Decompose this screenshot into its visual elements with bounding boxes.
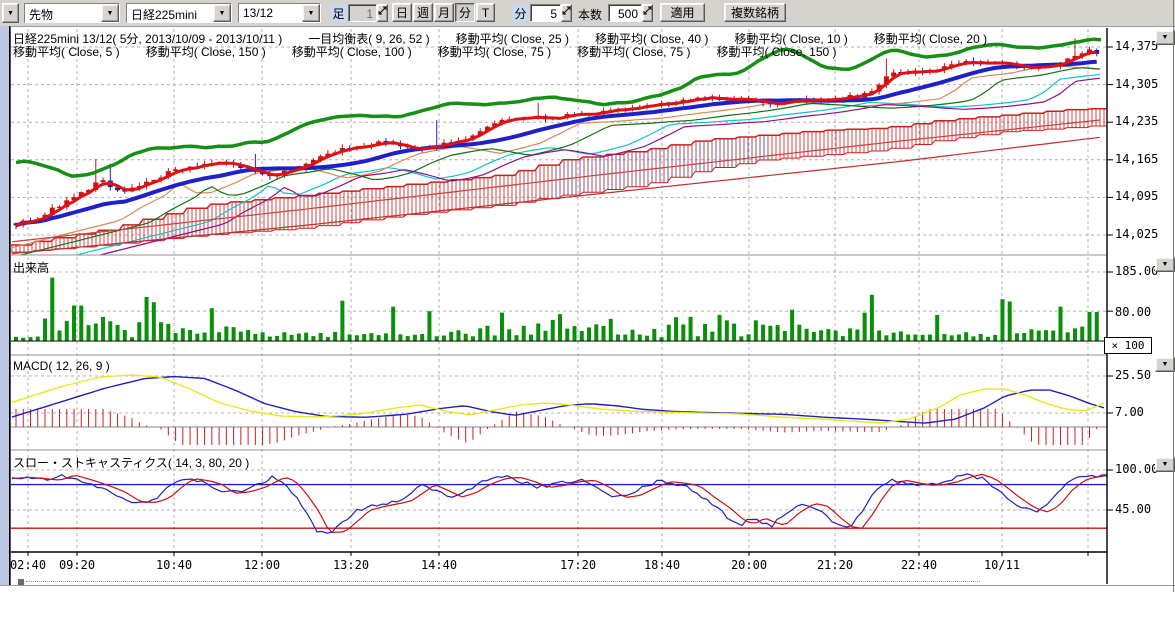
indicator-ma-150b: 移動平均( Close, 150 )	[716, 43, 836, 60]
apply-button[interactable]: 適用	[660, 3, 705, 22]
contract-value: 13/12	[239, 4, 302, 22]
price-tick-label: 14,305	[1115, 77, 1158, 91]
volume-tick-label: 80.00	[1115, 305, 1151, 319]
bars-label: 本数	[578, 6, 602, 23]
macd-pane-dropdown-button[interactable]: ▼	[1155, 357, 1175, 372]
chevron-down-icon: ▼	[1162, 461, 1169, 468]
time-tick-label: 12:00	[240, 558, 284, 572]
macd-tick-label: 7.00	[1115, 405, 1144, 419]
bars-value-field[interactable]: 500	[608, 4, 642, 22]
period-week-button[interactable]: 週	[413, 3, 433, 22]
chart-menu-dropdown-button[interactable]: ▼	[2, 3, 19, 23]
ashi-spinner[interactable]	[377, 4, 388, 22]
volume-tick-label: 185.00	[1115, 264, 1158, 278]
chart-canvas	[0, 0, 1175, 640]
time-tick-label: 10:40	[152, 558, 196, 572]
price-tick-label: 14,025	[1115, 227, 1158, 241]
chevron-down-icon: ▼	[1162, 261, 1169, 268]
volume-pane-dropdown-button[interactable]: ▼	[1155, 257, 1175, 272]
indicator-ma-150a: 移動平均( Close, 150 )	[146, 43, 266, 60]
time-tick-label: 14:40	[417, 558, 461, 572]
spin-diagonal-icon	[562, 5, 571, 16]
time-tick-label: 21:20	[813, 558, 857, 572]
symbol-combobox[interactable]: 日経225mini ▼	[126, 3, 232, 23]
time-tick-label: 18:40	[640, 558, 684, 572]
stoch-tick-label: 45.00	[1115, 502, 1151, 516]
indicator-header-row-2: 移動平均( Close, 5 ) 移動平均( Close, 150 ) 移動平均…	[13, 43, 837, 60]
chevron-down-icon: ▼	[1162, 34, 1169, 41]
volume-pane-label: 出来高	[13, 259, 49, 276]
period-day-button[interactable]: 日	[392, 3, 412, 22]
price-tick-label: 14,235	[1115, 114, 1158, 128]
category-value: 先物	[25, 4, 101, 22]
stoch-pane-label: スロー・ストキャスティクス( 14, 3, 80, 20 )	[13, 454, 249, 471]
indicator-ma-20: 移動平均( Close, 20 )	[874, 30, 987, 47]
chart-frame-bottom	[0, 585, 1175, 586]
ashi-label: 足	[330, 4, 347, 22]
period-month-button[interactable]: 月	[434, 3, 454, 22]
chevron-down-icon[interactable]: ▼	[101, 4, 119, 22]
time-tick-label: 13:20	[329, 558, 373, 572]
toolbar: ▼ 先物 ▼ 日経225mini ▼ 13/12 ▼ 足 1 日 週 月 分 T…	[0, 0, 1175, 27]
indicator-ma-5: 移動平均( Close, 5 )	[13, 43, 120, 60]
indicator-ma-75a: 移動平均( Close, 75 )	[438, 43, 551, 60]
chevron-down-icon[interactable]: ▼	[213, 4, 231, 22]
macd-tick-label: 25.50	[1115, 368, 1151, 382]
ashi-value-field[interactable]: 1	[348, 4, 377, 22]
spin-diagonal-icon	[643, 5, 652, 16]
price-pane-dropdown-button[interactable]: ▼	[1155, 30, 1175, 45]
spin-diagonal-icon	[378, 5, 387, 16]
period-minute-button[interactable]: 分	[455, 3, 475, 22]
contract-combobox[interactable]: 13/12 ▼	[238, 3, 321, 23]
price-tick-label: 14,095	[1115, 189, 1158, 203]
category-combobox[interactable]: 先物 ▼	[24, 3, 120, 23]
price-tick-label: 14,165	[1115, 152, 1158, 166]
chevron-down-icon[interactable]: ▼	[302, 4, 320, 22]
stoch-tick-label: 100.00	[1115, 462, 1158, 476]
left-splitter[interactable]	[0, 26, 10, 586]
time-tick-label: 10/11	[980, 558, 1024, 572]
time-tick-label: 09:20	[55, 558, 99, 572]
window-right-border	[1173, 0, 1174, 592]
stoch-pane-dropdown-button[interactable]: ▼	[1155, 457, 1175, 472]
multi-symbol-button[interactable]: 複数銘柄	[724, 3, 786, 22]
chevron-down-icon: ▼	[1162, 361, 1169, 368]
symbol-value: 日経225mini	[127, 4, 213, 22]
minute-value-field[interactable]: 5	[530, 4, 561, 22]
macd-pane-label: MACD( 12, 26, 9 )	[13, 359, 110, 373]
time-tick-label: 17:20	[556, 558, 600, 572]
period-tick-button[interactable]: T	[476, 3, 495, 22]
price-tick-label: 14,375	[1115, 39, 1158, 53]
minute-spinner[interactable]	[561, 4, 572, 22]
chart-window: ▼ 先物 ▼ 日経225mini ▼ 13/12 ▼ 足 1 日 週 月 分 T…	[0, 0, 1175, 640]
indicator-ma-75b: 移動平均( Close, 75 )	[577, 43, 690, 60]
h-scrollbar-track[interactable]	[26, 581, 980, 583]
minute-label: 分	[512, 4, 529, 22]
indicator-ma-100: 移動平均( Close, 100 )	[292, 43, 412, 60]
chevron-down-icon: ▼	[7, 10, 14, 17]
volume-multiplier-badge: × 100	[1104, 337, 1152, 354]
bars-spinner[interactable]	[642, 4, 653, 22]
time-tick-label: 02:40	[6, 558, 50, 572]
time-tick-label: 20:00	[727, 558, 771, 572]
time-tick-label: 22:40	[897, 558, 941, 572]
